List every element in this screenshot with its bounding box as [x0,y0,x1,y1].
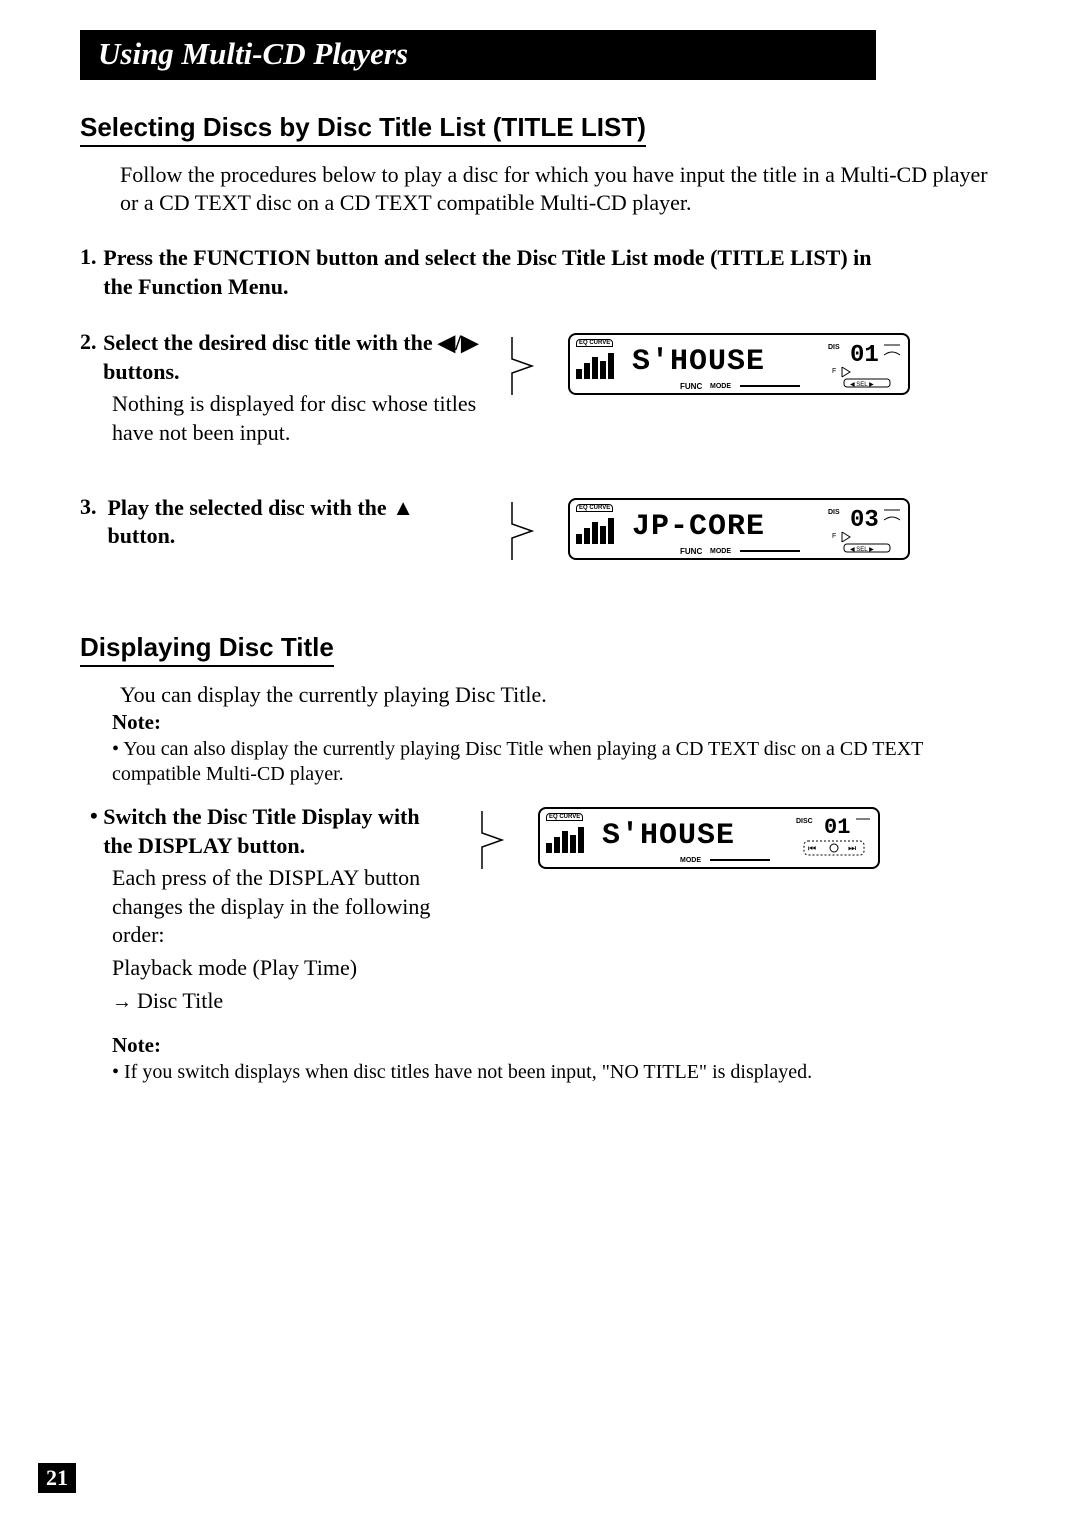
svg-text:03: 03 [850,507,879,534]
note-label: Note: [112,710,1000,735]
section-title-displaying: Displaying Disc Title [80,632,334,667]
section-title-selecting: Selecting Discs by Disc Title List (TITL… [80,112,646,147]
disc-number-panel: DIS 01 F ◀ SEL ▶ [824,337,904,389]
step2-title-b: buttons. [103,359,179,384]
eq-curve-label: EQ CURVE [546,813,583,821]
bullet-body-b: Playback mode (Play Time) [112,954,450,983]
lcd-text: S'HOUSE [602,819,735,853]
svg-text:F: F [832,368,836,375]
step-number: 3. [80,494,107,551]
mode-bar [740,385,800,387]
disc-number-panel: DISC 01 ⏮ ⏭ [794,811,874,863]
eq-bars-icon [546,823,590,855]
svg-text:F: F [832,533,836,540]
page-number: 21 [38,1463,76,1493]
pointer-bracket-icon [480,809,508,871]
svg-text:01: 01 [824,815,850,840]
step3-title-b: button. [107,523,175,548]
section1-intro: Follow the procedures below to play a di… [120,161,1000,216]
note2-item: If you switch displays when disc titles … [112,1060,1000,1085]
pointer-bracket-icon [510,335,538,397]
step1-title: Press the FUNCTION button and select the… [103,244,900,301]
lcd-display-step2: EQ CURVE S'HOUSE FUNC MODE DIS 01 F ◀ SE… [568,333,910,395]
step3-title-a: Play the selected disc with the [107,495,392,520]
up-arrow-icon: ▲ [392,495,414,520]
mode-label: MODE [710,383,731,390]
page-header: Using Multi-CD Players [80,30,876,80]
svg-text:◀ SEL ▶: ◀ SEL ▶ [850,382,874,388]
mode-label: MODE [680,857,701,864]
pointer-bracket-icon [510,500,538,562]
step2-title: Select the desired disc title with the ◀… [103,329,480,386]
eq-curve-label: EQ CURVE [576,339,613,347]
step-number: 1. [80,244,103,301]
note2-list: If you switch displays when disc titles … [112,1060,1000,1085]
section2-intro: You can display the currently playing Di… [120,681,1000,709]
step2-title-a: Select the desired disc title with the [103,330,438,355]
disc-number-panel: DIS 03 F ◀ SEL ▶ [824,502,904,554]
svg-text:DIS: DIS [828,344,840,351]
svg-text:⏭: ⏭ [848,843,856,853]
bullet-body-a: Each press of the DISPLAY button changes… [112,864,450,950]
bullet-title: Switch the Disc Title Display with the D… [103,803,450,860]
eq-bars-icon [576,349,620,381]
eq-bars-icon [576,514,620,546]
note-label: Note: [112,1033,1000,1058]
svg-text:DISC: DISC [796,818,813,825]
step-number: 2. [80,329,103,386]
bullet-body-c: → Disc Title [112,987,450,1016]
lcd-display-bullet: EQ CURVE S'HOUSE MODE DISC 01 ⏮ ⏭ [538,807,880,869]
svg-text:01: 01 [850,342,879,369]
mode-bar [740,550,800,552]
svg-text:◀ SEL ▶: ◀ SEL ▶ [850,547,874,553]
bullet-marker: • [90,803,103,860]
mode-label: MODE [710,548,731,555]
step2-body: Nothing is displayed for disc whose titl… [112,390,480,447]
func-label: FUNC [680,382,702,391]
lcd-display-step3: EQ CURVE JP-CORE FUNC MODE DIS 03 F ◀ SE… [568,498,910,560]
note1-item: You can also display the currently playi… [112,737,1000,787]
note1-list: You can also display the currently playi… [112,737,1000,787]
svg-text:DIS: DIS [828,509,840,516]
lcd-text: JP-CORE [632,510,765,544]
mode-bar [710,859,770,861]
func-label: FUNC [680,547,702,556]
lcd-text: S'HOUSE [632,345,765,379]
sequence-arrow-icon: → [112,991,137,1013]
eq-curve-label: EQ CURVE [576,504,613,512]
step3-title: Play the selected disc with the ▲ button… [107,494,480,551]
right-arrow-icon: ▶ [461,330,478,355]
svg-text:⏮: ⏮ [808,843,816,853]
left-arrow-icon: ◀ [438,330,455,355]
